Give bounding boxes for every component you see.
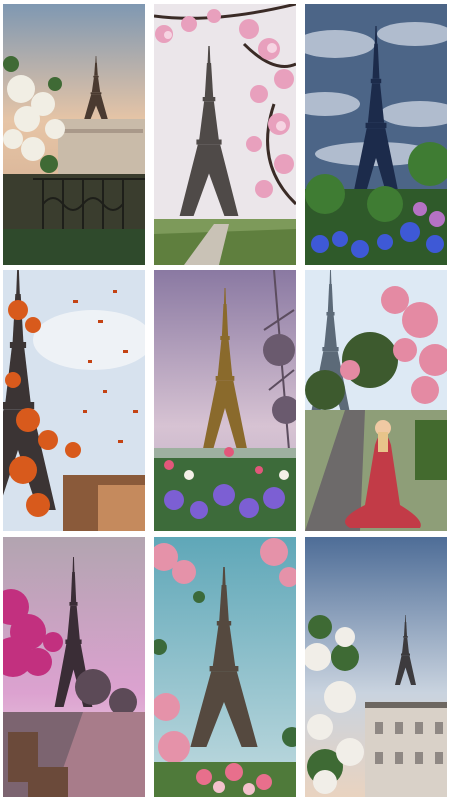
tile-eiffel-autumn-leaves[interactable] (3, 270, 145, 531)
tile-eiffel-teal-sky-cherry-blossoms[interactable] (154, 537, 296, 797)
tile-eiffel-rooftops-white-roses[interactable] (305, 537, 447, 797)
tile-eiffel-purple-sky-garden[interactable] (154, 270, 296, 531)
tile-eiffel-dramatic-clouds-blue-flowers[interactable] (305, 4, 447, 265)
tile-eiffel-white-roses-balcony[interactable] (3, 4, 145, 265)
tile-eiffel-woman-red-dress[interactable] (305, 270, 447, 531)
wallpaper-gallery-grid (0, 0, 450, 800)
tile-eiffel-pink-sunset-bench[interactable] (3, 537, 145, 797)
tile-eiffel-pink-magnolia[interactable] (154, 4, 296, 265)
